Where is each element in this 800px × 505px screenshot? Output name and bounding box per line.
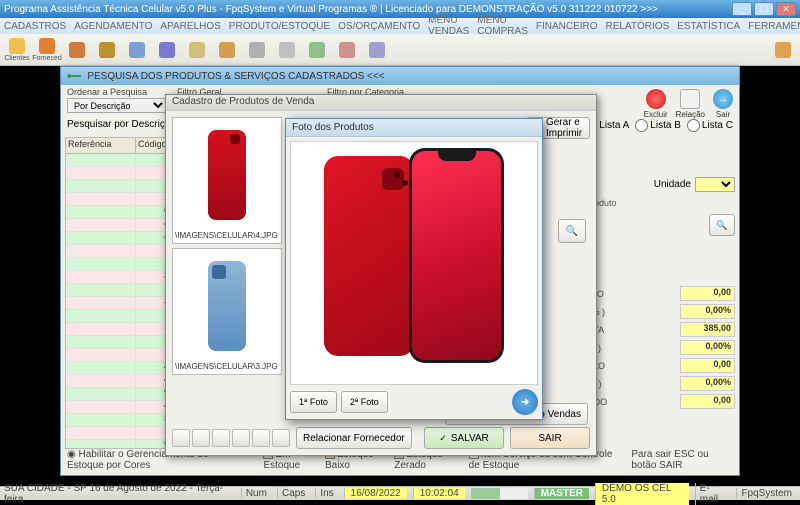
toolbar-item[interactable] — [364, 37, 390, 63]
order-label: Ordenar a Pesquisa — [67, 87, 167, 97]
tool-button[interactable] — [272, 429, 290, 447]
status-demo: DEMO OS CEL 5.0 — [595, 483, 689, 505]
menu-agendamento[interactable]: AGENDAMENTO — [74, 21, 152, 32]
toolbar-item[interactable] — [274, 37, 300, 63]
menu-cadastros[interactable]: CADASTROS — [4, 21, 66, 32]
mini-toolbar — [172, 429, 290, 447]
status-progress — [471, 488, 528, 499]
exit-button[interactable]: →Sair — [713, 89, 733, 119]
main-toolbar: Clientes Forneced — [0, 34, 800, 66]
close-button[interactable]: ✕ — [776, 2, 796, 16]
app-title: Programa Assistência Técnica Celular v5.… — [4, 4, 658, 15]
price-field[interactable]: 0,00% — [680, 340, 735, 355]
thumbnail-2[interactable]: \IMAGENS\CELULAR\3.JPG — [172, 248, 282, 375]
status-caps: Caps — [277, 488, 309, 499]
toolbar-item[interactable] — [124, 37, 150, 63]
menu-os-orcamento[interactable]: OS/ORÇAMENTO — [338, 21, 420, 32]
phone-red-icon — [208, 130, 246, 220]
exit-register-button[interactable]: SAIR — [510, 427, 590, 449]
menu-aparelhos[interactable]: APARELHOS — [160, 21, 220, 32]
esc-hint: Para sair ESC ou botão SAIR — [631, 449, 733, 471]
magnifier-button[interactable]: 🔍 — [558, 219, 586, 243]
status-date: 16/08/2022 — [344, 488, 407, 499]
app-titlebar: Programa Assistência Técnica Celular v5.… — [0, 0, 800, 18]
register-window-title: Cadastro de Produtos de Venda — [166, 95, 596, 111]
search-window-title: ⟵ PESQUISA DOS PRODUTOS & SERVIÇOS CADAS… — [61, 67, 739, 85]
menu-financeiro[interactable]: FINANCEIRO — [536, 21, 598, 32]
toolbar-clientes[interactable]: Clientes — [4, 37, 30, 63]
toolbar-fornecedores[interactable]: Forneced — [34, 37, 60, 63]
tool-button[interactable] — [232, 429, 250, 447]
phone-product-image — [324, 148, 504, 378]
menu-relatorios[interactable]: RELATÓRIOS — [606, 21, 670, 32]
menu-estatistica[interactable]: ESTATÍSTICA — [677, 21, 740, 32]
col-referencia[interactable]: Referência — [66, 138, 136, 153]
toolbar-item[interactable] — [154, 37, 180, 63]
price-field[interactable]: 0,00% — [680, 304, 735, 319]
menu-vendas[interactable]: MENU VENDAS — [428, 15, 469, 37]
phone-blue-icon — [208, 261, 246, 351]
minimize-button[interactable]: _ — [732, 2, 752, 16]
toolbar-item[interactable] — [304, 37, 330, 63]
status-time: 10:02:04 — [413, 488, 465, 499]
tool-button[interactable] — [192, 429, 210, 447]
price-field[interactable]: 0,00% — [680, 376, 735, 391]
status-city-date: SUA CIDADE - SP 16 de Agosto de 2022 - T… — [4, 483, 229, 505]
status-email[interactable]: E-mail — [695, 483, 731, 505]
price-field[interactable]: 385,00 — [680, 322, 735, 337]
status-bar: SUA CIDADE - SP 16 de Agosto de 2022 - T… — [0, 486, 800, 500]
toolbar-item[interactable] — [214, 37, 240, 63]
menu-produto-estoque[interactable]: PRODUTO/ESTOQUE — [229, 21, 330, 32]
desktop-area: ⟵ PESQUISA DOS PRODUTOS & SERVIÇOS CADAS… — [0, 66, 800, 486]
save-button[interactable]: ✓ SALVAR — [424, 427, 504, 449]
back-icon[interactable]: ⟵ — [67, 71, 81, 82]
price-field[interactable]: 0,00 — [680, 286, 735, 301]
first-photo-button[interactable]: 1ª Foto — [290, 391, 337, 413]
unit-label: Unidade — [654, 179, 691, 190]
main-menu: CADASTROS AGENDAMENTO APARELHOS PRODUTO/… — [0, 18, 800, 34]
toolbar-item[interactable] — [184, 37, 210, 63]
unit-select[interactable] — [695, 177, 735, 192]
photo-window-title: Foto dos Produtos — [286, 119, 542, 137]
status-fpq[interactable]: FpqSystem — [736, 488, 796, 499]
link-supplier-button[interactable]: Relacionar Fornecedor — [296, 427, 412, 449]
status-ins: Ins — [315, 488, 337, 499]
tool-button[interactable] — [212, 429, 230, 447]
toolbar-item[interactable] — [64, 37, 90, 63]
toolbar-exit[interactable] — [770, 37, 796, 63]
toolbar-item[interactable] — [244, 37, 270, 63]
tool-button[interactable] — [252, 429, 270, 447]
maximize-button[interactable]: ☐ — [754, 2, 774, 16]
next-photo-button[interactable]: ➜ — [512, 389, 538, 415]
order-select[interactable]: Por Descrição — [67, 98, 167, 113]
search-icon-button[interactable]: 🔍 — [709, 214, 735, 236]
toolbar-item[interactable] — [334, 37, 360, 63]
report-button[interactable]: Relação — [676, 89, 705, 119]
search-label: Pesquisar por Descrição — [67, 119, 176, 130]
status-master: MASTER — [534, 488, 589, 499]
menu-ferramentas[interactable]: FERRAMENTAS — [748, 21, 800, 32]
list-b-radio[interactable]: Lista B — [635, 119, 681, 132]
list-c-radio[interactable]: Lista C — [687, 119, 733, 132]
menu-compras[interactable]: MENU COMPRAS — [477, 15, 528, 37]
status-num: Num — [241, 488, 271, 499]
price-field[interactable]: 0,00 — [680, 394, 735, 409]
price-field[interactable]: 0,00 — [680, 358, 735, 373]
product-photo-viewer — [290, 141, 538, 385]
delete-button[interactable]: Excluir — [644, 89, 668, 119]
toolbar-item[interactable] — [94, 37, 120, 63]
second-photo-button[interactable]: 2ª Foto — [341, 391, 388, 413]
tool-button[interactable] — [172, 429, 190, 447]
product-photo-window: Foto dos Produtos 1ª Foto 2ª Foto ➜ — [285, 118, 543, 420]
thumbnail-1[interactable]: \IMAGENS\CELULAR\4.JPG — [172, 117, 282, 244]
